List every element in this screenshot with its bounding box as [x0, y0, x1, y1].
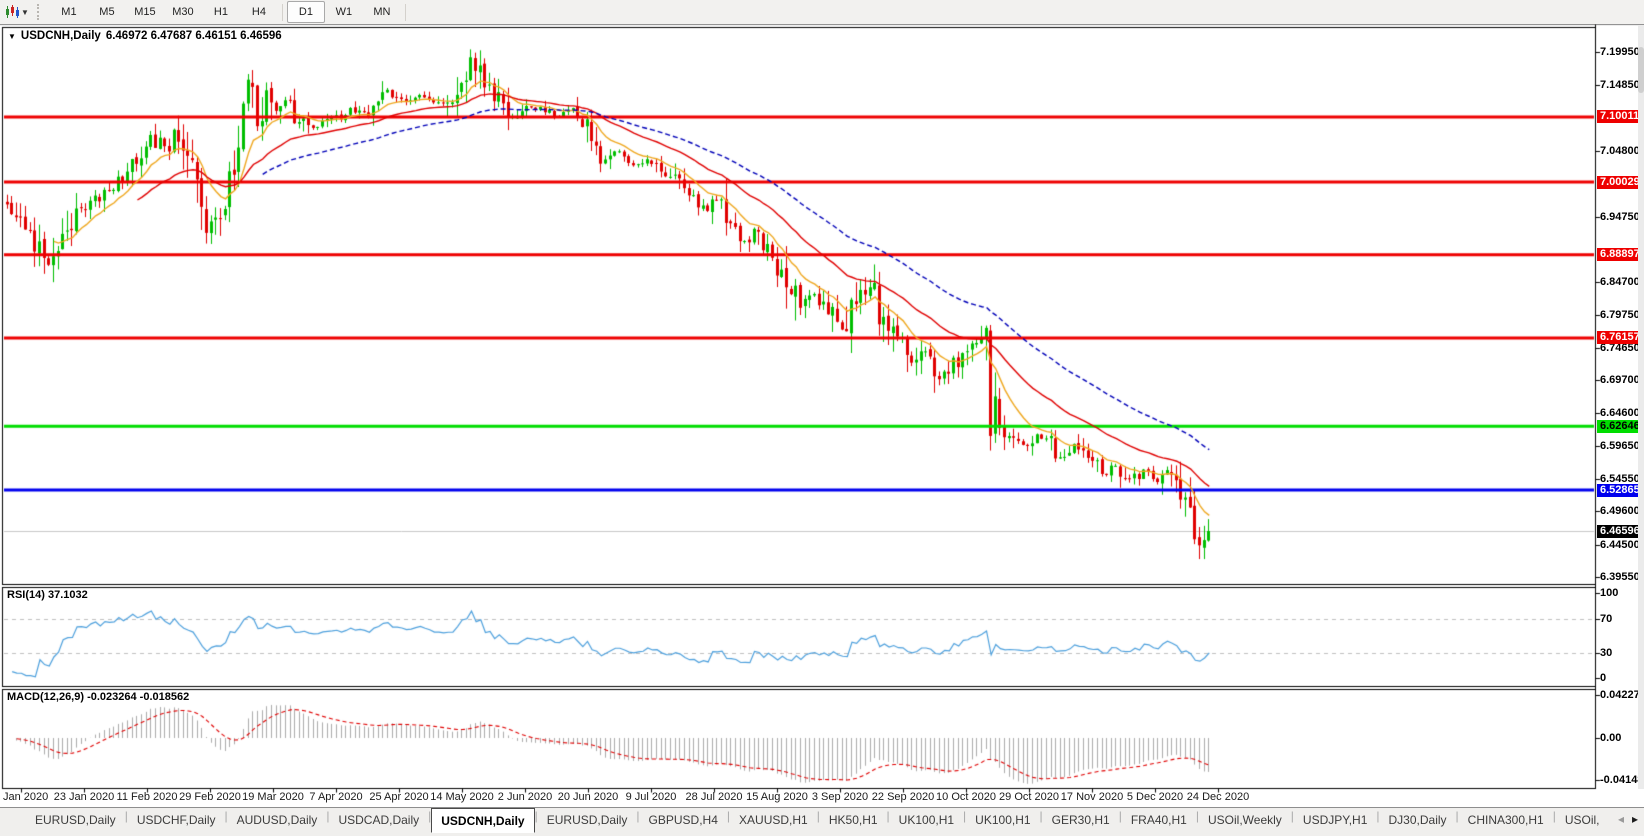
chart-tab-AUDUSD-Daily[interactable]: AUDUSD,Daily	[228, 808, 327, 831]
time-axis-tick: 10 Oct 2020	[936, 791, 996, 803]
chart-type-button[interactable]: ▼	[0, 5, 32, 19]
time-axis-tick: 29 Feb 2020	[179, 791, 241, 803]
collapse-icon: ▼	[8, 31, 16, 41]
time-axis-tick: 5 Dec 2020	[1126, 791, 1184, 803]
time-axis-tick: 17 Nov 2020	[1060, 791, 1124, 803]
chart-tab-USDCHF-Daily[interactable]: USDCHF,Daily	[128, 808, 225, 831]
rsi-axis-tick: 0	[1600, 672, 1607, 684]
price-axis-tick: 6.84700	[1600, 276, 1640, 289]
chart-tab-GBPUSD-H4[interactable]: GBPUSD,H4	[640, 808, 727, 831]
rsi-axis-tick: 100	[1600, 587, 1619, 599]
price-axis-tick: 6.49600	[1600, 505, 1640, 518]
time-axis-tick: 15 Aug 2020	[746, 791, 808, 803]
timeframe-button-MN[interactable]: MN	[363, 1, 401, 23]
time-axis-tick: 22 Sep 2020	[871, 791, 935, 803]
price-axis-tick: 7.04800	[1600, 144, 1640, 157]
toolbar-grip[interactable]	[36, 4, 43, 20]
chart-tab-CHINA300-H1[interactable]: CHINA300,H1	[1459, 808, 1553, 831]
toolbar-separator	[404, 3, 406, 21]
chart-tab-USDJPY-H1[interactable]: USDJPY,H1	[1294, 808, 1376, 831]
price-axis-tick: 6.44500	[1600, 538, 1640, 551]
time-axis-tick: 2 Jun 2020	[497, 791, 553, 803]
timeframe-button-W1[interactable]: W1	[325, 1, 363, 23]
chart-tab-USDCAD-Daily[interactable]: USDCAD,Daily	[329, 808, 428, 831]
chart-tab-UK100-H1[interactable]: UK100,H1	[890, 808, 963, 831]
chart-tab-UK100-H1[interactable]: UK100,H1	[966, 808, 1039, 831]
chart-canvas[interactable]	[0, 0, 1644, 836]
timeframe-button-D1[interactable]: D1	[286, 1, 325, 23]
chart-tab-bar: EURUSD,Daily | USDCHF,Daily | AUDUSD,Daily | U…	[0, 807, 1644, 836]
price-axis-tick: 6.39550	[1600, 571, 1640, 583]
time-axis-tick: 11 Feb 2020	[116, 791, 178, 803]
time-axis-tick: 7 Apr 2020	[309, 791, 363, 803]
tab-scroll-right-icon[interactable]: ▸	[1632, 811, 1638, 827]
time-axis-tick: 23 Jan 2020	[53, 791, 115, 803]
time-axis-tick: 25 Apr 2020	[369, 791, 429, 803]
price-axis-tick: 6.69700	[1600, 374, 1640, 387]
price-axis-tick: 6.79750	[1600, 308, 1640, 321]
rsi-axis-tick: 70	[1600, 612, 1613, 625]
time-axis-tick: 20 Jun 2020	[557, 791, 619, 803]
timeframe-buttons: M1 M5 M15 M30 H1 H4 D1 W1 MN	[50, 1, 410, 23]
macd-indicator-label: MACD(12,26,9) -0.023264 -0.018562	[7, 691, 190, 703]
price-line-label: 6.88897	[1597, 248, 1642, 262]
rsi-indicator-label: RSI(14) 37.1032	[7, 589, 88, 601]
timeframe-button-M30[interactable]: M30	[164, 1, 202, 23]
timeframe-button-M1[interactable]: M1	[50, 1, 88, 23]
chart-title: ▼ USDCNH,Daily 6.46972 6.47687 6.46151 6…	[8, 30, 282, 42]
tab-scroll-arrows: ◂ ▸	[1609, 811, 1638, 827]
time-axis-tick: 4 Jan 2020	[0, 791, 49, 803]
price-axis-tick: 7.19950	[1600, 46, 1640, 58]
price-line-label: 6.52865	[1597, 483, 1642, 497]
time-axis-tick: 28 Jul 2020	[685, 791, 743, 803]
current-price-label: 6.46596	[1597, 524, 1642, 538]
time-axis-tick: 29 Oct 2020	[999, 791, 1059, 803]
chart-tab-HK50-H1[interactable]: HK50,H1	[820, 808, 887, 831]
time-axis-tick: 3 Sep 2020	[811, 791, 869, 803]
scrollbar-thumb[interactable]	[1638, 47, 1644, 93]
chart-tab-USOil-Weekly[interactable]: USOil,Weekly	[1199, 808, 1291, 831]
chart-tab-USOil-[interactable]: USOil,	[1556, 808, 1609, 831]
timeframe-button-H1[interactable]: H1	[202, 1, 240, 23]
price-line-label: 7.00029	[1597, 175, 1642, 189]
chart-symbol-period: USDCNH,Daily	[20, 30, 101, 42]
time-axis-tick: 24 Dec 2020	[1186, 791, 1250, 803]
time-axis-tick: 14 May 2020	[430, 791, 494, 803]
time-axis-tick: 19 Mar 2020	[242, 791, 304, 803]
mt4-window: ▼ M1 M5 M15 M30 H1 H4 D1 W1 MN ▼ USDCNH,Daily 6.…	[0, 0, 1644, 836]
macd-axis-tick: 0.00	[1600, 732, 1622, 744]
price-line-label: 6.76157	[1597, 331, 1642, 345]
chart-tab-EURUSD-Daily[interactable]: EURUSD,Daily	[538, 808, 637, 831]
timeframe-button-M5[interactable]: M5	[88, 1, 126, 23]
candlestick-chart-icon	[6, 5, 19, 18]
toolbar-separator	[281, 3, 283, 21]
chevron-down-icon: ▼	[21, 7, 29, 17]
chart-tab-XAUUSD-H1[interactable]: XAUUSD,H1	[730, 808, 817, 831]
price-axis-tick: 7.14850	[1600, 79, 1640, 92]
chart-tab-DJ30-Daily[interactable]: DJ30,Daily	[1380, 808, 1456, 831]
chart-ohlc-quote: 6.46972 6.47687 6.46151 6.46596	[105, 30, 282, 42]
price-axis-tick: 6.94750	[1600, 210, 1640, 223]
macd-axis-tick: -0.04148	[1600, 773, 1644, 786]
timeframe-button-M15[interactable]: M15	[126, 1, 164, 23]
timeframe-button-H4[interactable]: H4	[240, 1, 278, 23]
price-line-label: 6.62646	[1597, 419, 1642, 433]
price-axis-tick: 6.59650	[1600, 439, 1640, 452]
rsi-axis-tick: 30	[1600, 646, 1613, 659]
chart-tab-EURUSD-Daily[interactable]: EURUSD,Daily	[26, 808, 125, 831]
timeframe-toolbar: ▼ M1 M5 M15 M30 H1 H4 D1 W1 MN	[0, 0, 1644, 24]
chart-tab-USDCNH-Daily[interactable]: USDCNH,Daily	[431, 808, 535, 833]
price-axis-tick: 6.64600	[1600, 407, 1640, 420]
time-axis-tick: 9 Jul 2020	[625, 791, 677, 803]
chart-tabs: EURUSD,Daily | USDCHF,Daily | AUDUSD,Daily | U…	[26, 808, 1609, 833]
price-line-label: 7.10011	[1597, 110, 1642, 124]
vertical-scrollbar[interactable]	[1638, 25, 1644, 789]
tab-scroll-left-icon[interactable]: ◂	[1618, 811, 1624, 827]
chart-tab-FRA40-H1[interactable]: FRA40,H1	[1122, 808, 1196, 831]
chart-tab-GER30-H1[interactable]: GER30,H1	[1043, 808, 1119, 831]
